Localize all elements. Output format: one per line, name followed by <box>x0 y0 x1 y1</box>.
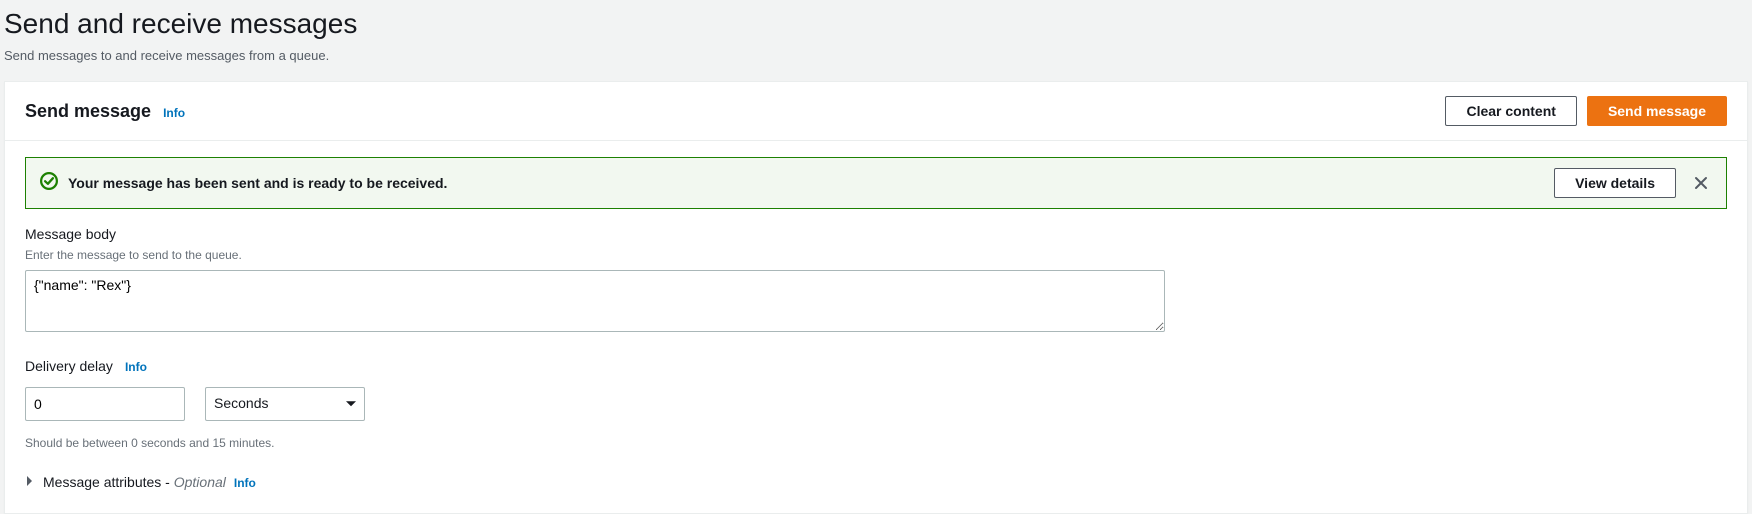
view-details-button[interactable]: View details <box>1554 168 1676 198</box>
message-body-section: Message body Enter the message to send t… <box>25 225 1727 337</box>
caret-right-icon <box>25 473 35 493</box>
message-attributes-info-link[interactable]: Info <box>234 475 256 492</box>
delivery-delay-constraint: Should be between 0 seconds and 15 minut… <box>25 435 1727 452</box>
message-body-label: Message body <box>25 225 1727 245</box>
clear-content-button[interactable]: Clear content <box>1445 96 1576 126</box>
panel-info-link[interactable]: Info <box>163 105 185 122</box>
success-alert: Your message has been sent and is ready … <box>25 157 1727 209</box>
send-message-button[interactable]: Send message <box>1587 96 1727 126</box>
message-body-input[interactable] <box>25 270 1165 332</box>
delivery-delay-input[interactable] <box>25 387 185 421</box>
success-check-icon <box>40 172 58 196</box>
message-attributes-label: Message attributes - Optional <box>43 473 226 493</box>
panel-title: Send message <box>25 99 151 124</box>
page-header: Send and receive messages Send messages … <box>0 0 1752 81</box>
panel-header: Send message Info Clear content Send mes… <box>5 82 1747 141</box>
delivery-delay-unit-select[interactable]: Seconds <box>205 387 365 421</box>
message-body-hint: Enter the message to send to the queue. <box>25 247 1727 264</box>
alert-message: Your message has been sent and is ready … <box>68 174 447 194</box>
delivery-delay-info-link[interactable]: Info <box>125 359 147 376</box>
message-attributes-expander[interactable]: Message attributes - Optional Info <box>25 473 1727 493</box>
close-icon[interactable] <box>1690 172 1712 194</box>
page-title: Send and receive messages <box>4 4 1748 43</box>
delivery-delay-label: Delivery delay <box>25 357 113 377</box>
page-subtitle: Send messages to and receive messages fr… <box>4 47 1748 65</box>
send-message-panel: Send message Info Clear content Send mes… <box>4 81 1748 514</box>
delivery-delay-section: Delivery delay Info Seconds Should be be… <box>25 357 1727 451</box>
